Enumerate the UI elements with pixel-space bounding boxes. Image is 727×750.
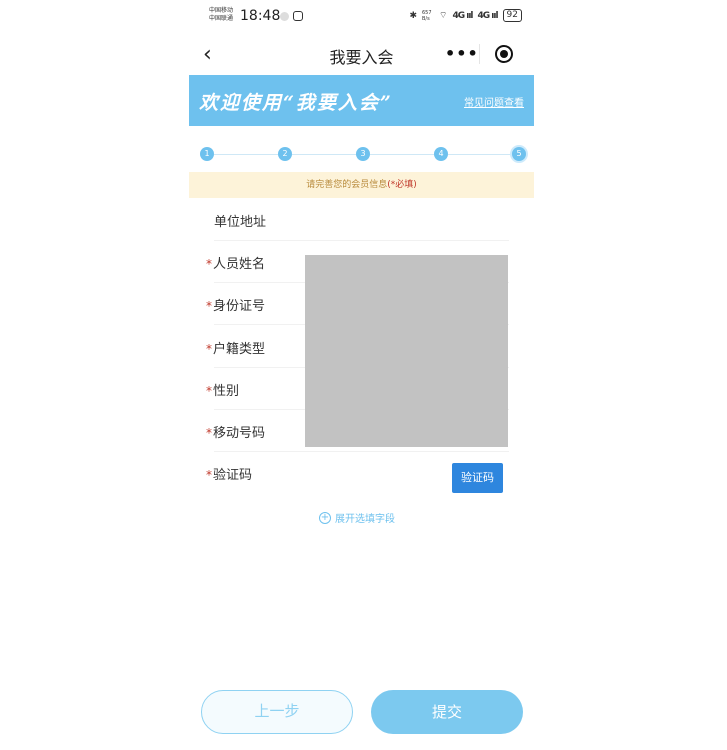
notice-bar: 请完善您的会员信息(*必填): [189, 172, 534, 198]
field-label: *身份证号: [206, 295, 265, 314]
field-label-text: 人员姓名: [213, 257, 266, 272]
notification-icon: [280, 12, 289, 21]
field-label: *人员姓名: [206, 253, 265, 272]
step-3: 3: [356, 147, 370, 161]
required-mark: *: [206, 426, 212, 440]
status-bar: 中国移动 中国联通 18:48 ✱ 657 B/s ⌔ 4G ııl 4G ıı…: [189, 0, 534, 34]
carrier-2: 中国联通: [209, 15, 234, 22]
capsule-divider: [479, 44, 480, 64]
get-verify-code-button[interactable]: 验证码: [452, 463, 503, 493]
banner-title: 欢迎使用“我要入会”: [199, 92, 393, 114]
phone-screen: 中国移动 中国联通 18:48 ✱ 657 B/s ⌔ 4G ııl 4G ıı…: [189, 0, 534, 750]
field-label-text: 单位地址: [214, 215, 267, 230]
step-connector: [448, 154, 512, 155]
step-4: 4: [434, 147, 448, 161]
submit-button[interactable]: 提交: [371, 690, 523, 734]
step-2: 2: [278, 147, 292, 161]
more-icon[interactable]: •••: [445, 44, 479, 63]
welcome-banner: 欢迎使用“我要入会” 常见问题查看: [189, 75, 534, 126]
faq-link[interactable]: 常见问题查看: [464, 94, 524, 109]
carrier-1: 中国移动: [209, 7, 234, 14]
status-time: 18:48: [240, 8, 281, 24]
field-unit-address[interactable]: 单位地址: [214, 199, 509, 241]
net-speed: 657 B/s: [421, 9, 432, 22]
expand-optional-fields[interactable]: + 展开选填字段: [319, 510, 395, 525]
field-label-text: 身份证号: [213, 299, 266, 314]
field-label: *验证码: [206, 464, 252, 483]
step-1: 1: [200, 147, 214, 161]
step-connector: [292, 154, 356, 155]
bluetooth-icon: ✱: [409, 10, 417, 21]
plus-circle-icon: +: [319, 511, 331, 524]
required-mark: *: [206, 342, 212, 356]
field-label-text: 性别: [213, 384, 240, 399]
required-mark: *: [206, 384, 212, 398]
notice-text: 请完善您的会员信息: [306, 180, 388, 190]
signal-1: 4G ııl: [452, 10, 473, 21]
alarm-icon: [293, 11, 303, 21]
status-right: ✱ 657 B/s ⌔ 4G ııl 4G ııl 92: [409, 9, 522, 22]
signal-2: 4G ııl: [477, 10, 499, 21]
carrier-info: 中国移动 中国联通: [209, 7, 233, 23]
previous-step-button[interactable]: 上一步: [201, 690, 353, 734]
notice-required: (*必填): [387, 180, 417, 190]
field-label: *户籍类型: [206, 338, 265, 357]
field-label-text: 户籍类型: [213, 342, 266, 357]
expand-label: 展开选填字段: [335, 514, 395, 525]
step-connector: [370, 154, 434, 155]
wifi-icon: ⌔: [438, 11, 448, 21]
step-5: 5: [512, 147, 526, 161]
battery-indicator: 92: [502, 9, 522, 22]
field-label: *移动号码: [206, 422, 265, 441]
nav-bar: ‹ 我要入会 •••: [189, 34, 534, 74]
field-label-text: 验证码: [213, 468, 253, 483]
field-label: 单位地址: [214, 211, 266, 230]
close-miniprogram-icon[interactable]: [495, 45, 513, 63]
redacted-values: [305, 255, 508, 447]
page-title: 我要入会: [329, 48, 394, 67]
field-label: *性别: [206, 380, 239, 399]
field-label-text: 移动号码: [213, 426, 266, 441]
required-mark: *: [206, 257, 212, 271]
required-mark: *: [206, 299, 212, 313]
step-progress: 1 2 3 4 5: [200, 146, 526, 162]
required-mark: *: [206, 468, 212, 482]
step-connector: [214, 154, 278, 155]
